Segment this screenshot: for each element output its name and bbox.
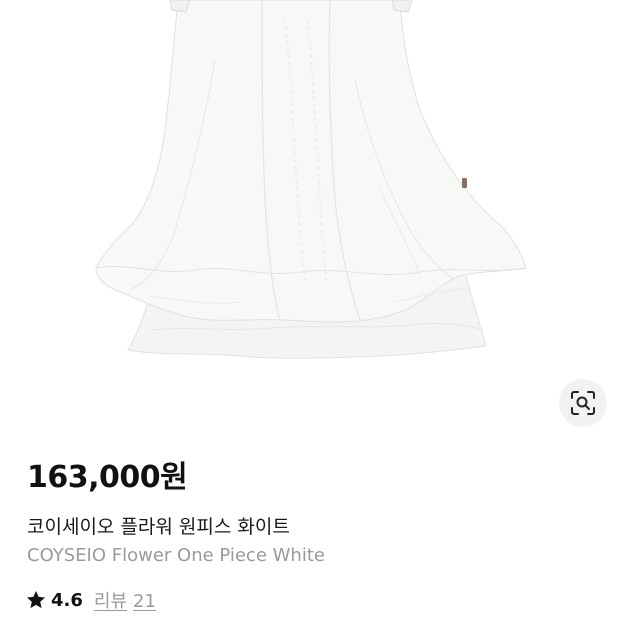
rating-row: 4.6 리뷰 21 [25,588,156,612]
star-icon [27,591,45,609]
product-image[interactable] [0,0,620,430]
visual-search-button[interactable] [559,379,607,427]
product-detail-page: 163,000원 코이세이오 플라워 원피스 화이트 COYSEIO Flowe… [0,0,620,620]
review-label: 리뷰 [93,591,128,612]
rating-value: 4.6 [51,589,83,611]
white-dress-illustration [95,0,527,359]
review-count: 21 [133,591,156,612]
product-price: 163,000원 [27,460,188,495]
product-name-korean: 코이세이오 플라워 원피스 화이트 [27,516,290,538]
visual-search-icon [571,391,595,415]
review-link[interactable]: 리뷰 21 [94,587,156,613]
product-name-english: COYSEIO Flower One Piece White [27,545,325,566]
